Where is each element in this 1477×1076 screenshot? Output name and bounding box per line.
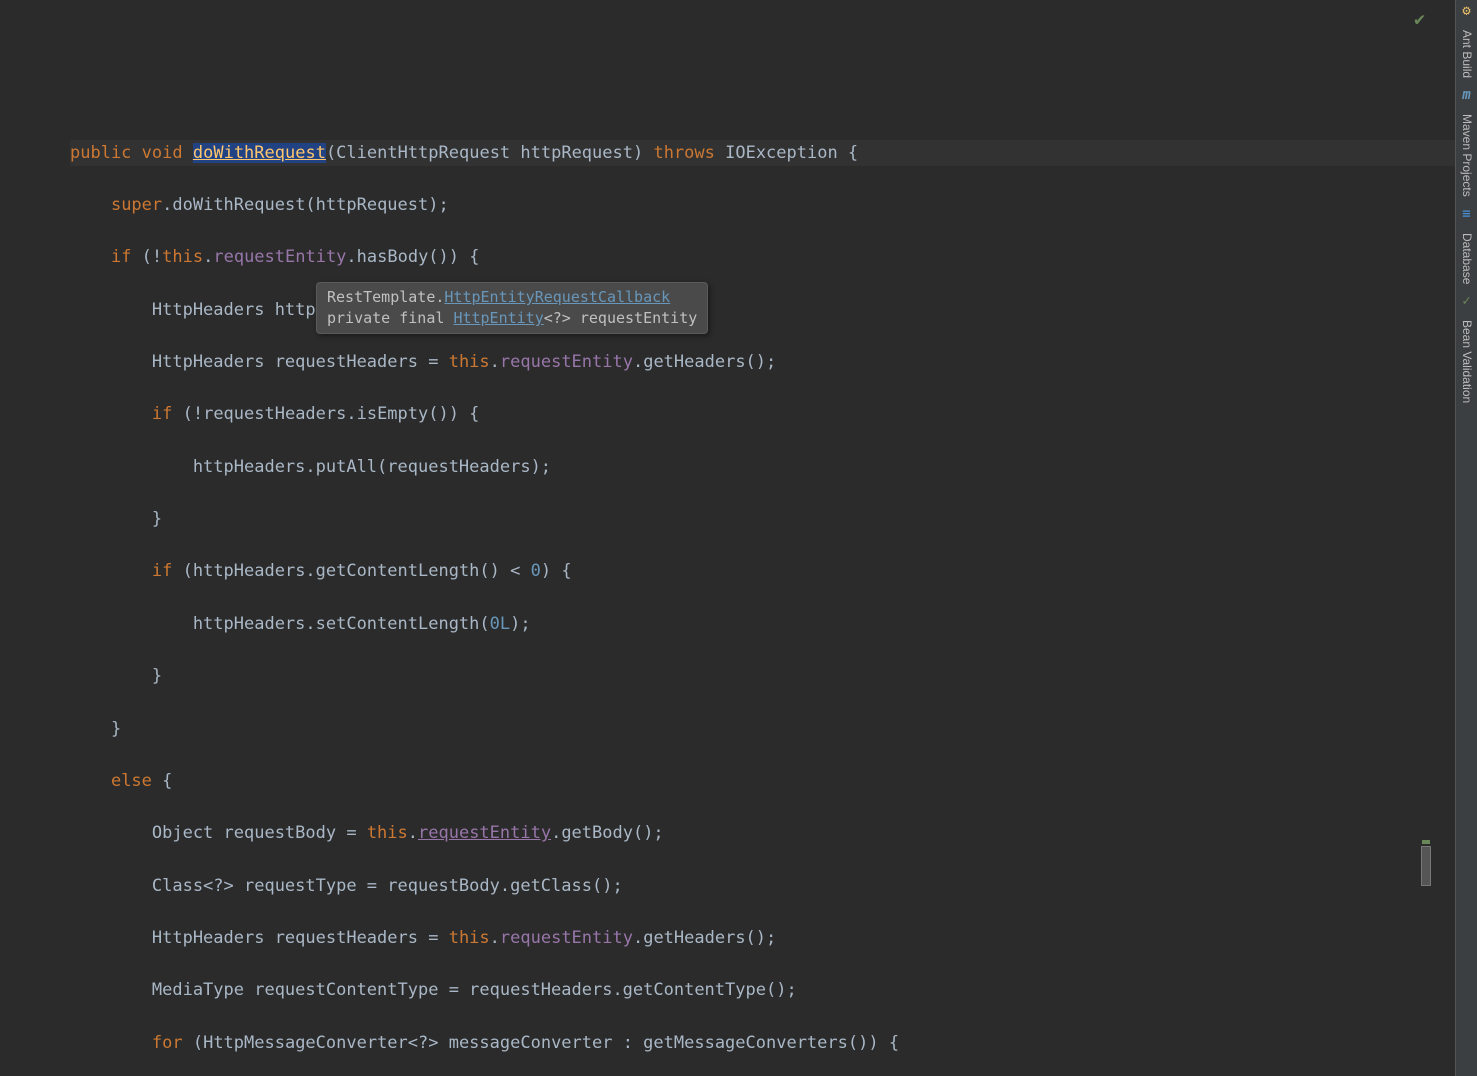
code-line[interactable]: httpHeaders.setContentLength(0L); <box>70 611 1455 637</box>
code-line[interactable]: Object requestBody = this.requestEntity.… <box>70 820 1455 846</box>
code-line[interactable]: } <box>70 663 1455 689</box>
code-line[interactable]: if (!requestHeaders.isEmpty()) { <box>70 401 1455 427</box>
code-line[interactable]: HttpHeaders requestHeaders = this.reques… <box>70 349 1455 375</box>
code-editor[interactable]: ✔ public void doWithRequest(ClientHttpRe… <box>0 0 1455 1076</box>
ant-icon: ⚙ <box>1459 4 1475 20</box>
field-reference[interactable]: requestEntity <box>418 823 551 843</box>
tool-ant-build[interactable]: Ant Build <box>1457 24 1476 84</box>
tool-window-bar: ⚙ Ant Build m Maven Projects ≡ Database … <box>1455 0 1477 1076</box>
code-line[interactable]: HttpHeaders requestHeaders = this.reques… <box>70 925 1455 951</box>
code-line[interactable]: Class<?> requestType = requestBody.getCl… <box>70 873 1455 899</box>
code-line[interactable]: MediaType requestContentType = requestHe… <box>70 977 1455 1003</box>
code-line[interactable]: else { <box>70 768 1455 794</box>
code-line[interactable]: public void doWithRequest(ClientHttpRequ… <box>70 140 1455 166</box>
code-line[interactable]: for (HttpMessageConverter<?> messageConv… <box>70 1030 1455 1056</box>
tool-maven[interactable]: Maven Projects <box>1457 108 1476 203</box>
code-line[interactable]: } <box>70 716 1455 742</box>
tool-database[interactable]: Database <box>1457 227 1476 290</box>
code-line[interactable]: if (httpHeaders.getContentLength() < 0) … <box>70 558 1455 584</box>
gutter-marker <box>1422 840 1430 844</box>
code-line[interactable]: if (!this.requestEntity.hasBody()) { <box>70 244 1455 270</box>
quick-doc-tooltip: RestTemplate.HttpEntityRequestCallback p… <box>316 282 708 334</box>
scrollbar-thumb[interactable] <box>1421 846 1431 886</box>
tool-bean-validation[interactable]: Bean Validation <box>1457 314 1476 409</box>
code-line[interactable]: httpHeaders.putAll(requestHeaders); <box>70 454 1455 480</box>
maven-icon: m <box>1459 88 1475 104</box>
code-line[interactable]: HttpHeaders httpHeaders = httpRequest.ge… <box>70 297 1455 323</box>
tooltip-link[interactable]: HttpEntity <box>453 309 543 327</box>
inspection-ok-icon: ✔ <box>1414 6 1425 34</box>
bean-validation-icon: ✓ <box>1459 294 1475 310</box>
method-name[interactable]: doWithRequest <box>193 143 326 163</box>
code-line[interactable]: } <box>70 506 1455 532</box>
database-icon: ≡ <box>1459 207 1475 223</box>
code-line[interactable]: super.doWithRequest(httpRequest); <box>70 192 1455 218</box>
tooltip-link[interactable]: HttpEntityRequestCallback <box>444 288 670 306</box>
